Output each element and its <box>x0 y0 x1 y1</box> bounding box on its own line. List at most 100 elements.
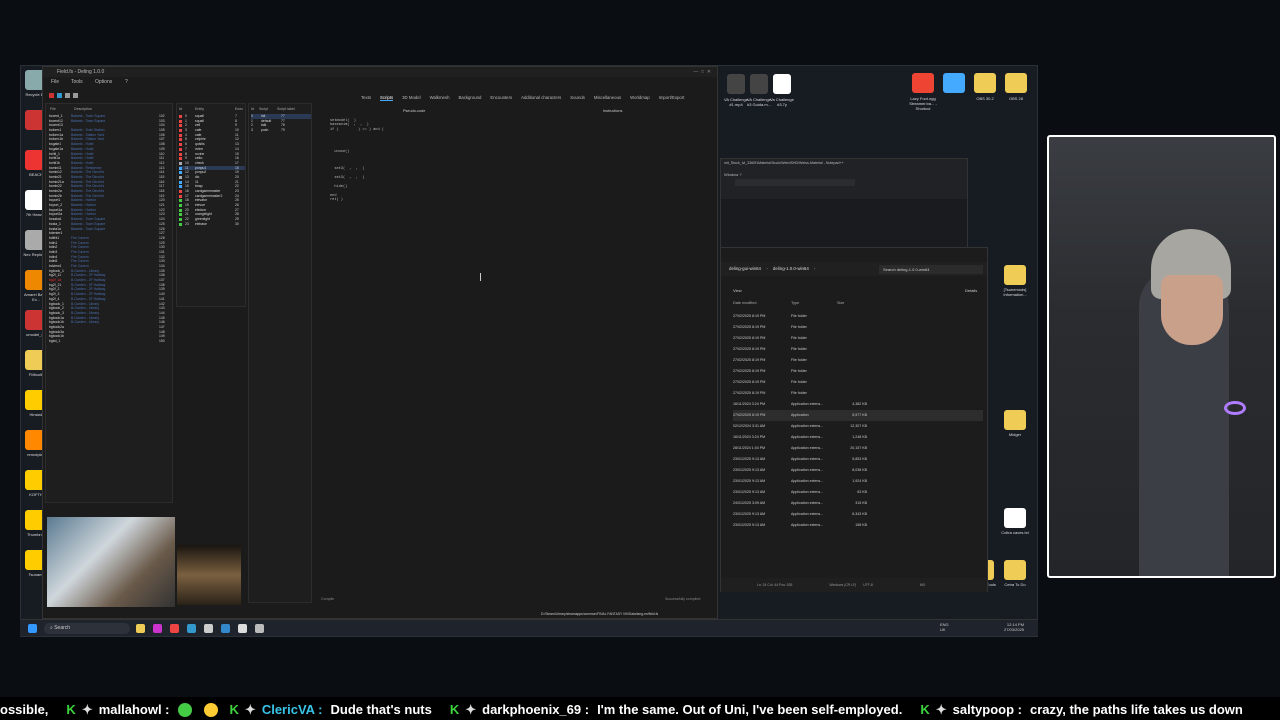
app3-icon[interactable] <box>204 624 213 633</box>
tab-3d-model[interactable]: 3D Model <box>402 95 420 101</box>
tab-import-export[interactable]: Import/Export <box>659 95 685 101</box>
tab-scripts[interactable]: Scripts <box>380 95 394 101</box>
notepad-toolbar <box>735 179 855 186</box>
pseudo-code-editor[interactable]: setmodel( ) baseanim( , , ) if ( ) == ) … <box>330 119 384 203</box>
breadcrumb-1[interactable]: deling-gui-win64 <box>729 266 761 271</box>
entity-icon <box>179 171 182 175</box>
tab-background[interactable]: Background <box>458 95 481 101</box>
file-row[interactable]: 27/02/2025 8:19 PM File folder <box>733 333 983 344</box>
file-date: 27/02/2025 8:19 PM <box>733 358 766 362</box>
notepad-text-area[interactable] <box>721 199 967 254</box>
desktop-app-icon[interactable] <box>974 73 996 93</box>
desktop-app-icon[interactable] <box>1004 560 1026 580</box>
script-list-panel: Id Script Script label 0 init 77 1 default 77… <box>248 103 312 603</box>
taskbar-search[interactable]: ⌕ Search <box>44 623 130 634</box>
file-row[interactable]: 16/11/2024 3:24 PM Application extens... 1… <box>733 432 983 443</box>
desktop-app-icon[interactable] <box>1005 73 1027 93</box>
file-row[interactable]: 28/11/2024 1:04 PM Application extens... 2… <box>733 443 983 454</box>
file-size: 63 KB <box>857 490 867 494</box>
tab-walkmesh[interactable]: Walkmesh <box>430 95 450 101</box>
file-date: 27/02/2025 8:19 PM <box>733 380 766 384</box>
tool2-icon[interactable] <box>73 93 78 98</box>
streamer-face <box>1161 275 1223 345</box>
file-row[interactable]: 23/01/2025 9:13 AM Application extens... 8… <box>733 465 983 476</box>
entity-row[interactable]: 23 elebase 30 <box>179 222 245 227</box>
tab-texts[interactable]: Texts <box>361 95 371 101</box>
tab-additional-characters[interactable]: Additional characters <box>521 95 561 101</box>
tab-miscellaneous[interactable]: Miscellaneous <box>594 95 621 101</box>
file-row[interactable]: 27/02/2025 8:19 PM File folder <box>733 388 983 399</box>
text-cursor-icon <box>480 273 483 281</box>
notepad-menu[interactable]: Window ? <box>724 172 742 177</box>
menu-options[interactable]: Options <box>95 79 112 85</box>
file-row[interactable]: 23/01/2025 9:13 AM Application extens... 1… <box>733 476 983 487</box>
field-col-desc: Description <box>74 107 92 111</box>
taskbar-search-label: Search <box>54 625 71 631</box>
tab-sounds[interactable]: Sounds <box>570 95 585 101</box>
file-explorer-window: deling-gui-win64 › deling-1.0.0-win64 › … <box>720 247 988 592</box>
app-icon[interactable] <box>153 624 162 633</box>
open-icon[interactable] <box>49 93 54 98</box>
file-explorer-icon[interactable] <box>136 624 145 633</box>
desktop-file-icon[interactable] <box>727 74 745 94</box>
explorer-search[interactable]: Search deling-1.0.0-win64 <box>879 265 983 274</box>
app2-icon[interactable] <box>187 624 196 633</box>
file-row[interactable]: 27/02/2025 8:19 PM File folder <box>733 344 983 355</box>
col-date-modified[interactable]: Date modified <box>733 301 756 305</box>
col-size[interactable]: Size <box>837 301 844 305</box>
compile-button[interactable]: Compile <box>321 597 334 601</box>
file-row[interactable]: 27/02/2025 8:19 PM File folder <box>733 366 983 377</box>
file-row[interactable]: 27/02/2025 8:19 PM Application 5,577 KB <box>733 410 983 421</box>
col-type[interactable]: Type <box>791 301 799 305</box>
desktop-app-icon[interactable] <box>943 73 965 93</box>
file-row[interactable]: 16/11/2024 3:24 PM Application extens... 4… <box>733 399 983 410</box>
file-row[interactable]: 27/02/2025 8:19 PM File folder <box>733 311 983 322</box>
desktop-app-icon[interactable] <box>1004 508 1026 528</box>
field-3d-viewport[interactable] <box>47 517 175 607</box>
desktop-file-icon[interactable] <box>750 74 768 94</box>
file-row[interactable]: 23/01/2025 9:13 AM Application extens... 6… <box>733 487 983 498</box>
file-row[interactable]: 27/02/2025 8:19 PM File folder <box>733 322 983 333</box>
notepad-icon[interactable] <box>238 624 247 633</box>
desktop-app-icon[interactable] <box>912 73 934 93</box>
file-row[interactable]: 24/01/2025 3:09 AM Application extens... 3… <box>733 498 983 509</box>
steam-icon[interactable] <box>221 624 230 633</box>
breadcrumb-2[interactable]: deling-1.0.0-win64 <box>773 266 809 271</box>
file-row[interactable]: 02/12/2024 3:31 AM Application extens... 1… <box>733 421 983 432</box>
file-date: 23/01/2025 9:13 AM <box>733 457 766 461</box>
window-controls[interactable]: — □ ✕ <box>693 67 711 77</box>
file-date: 27/02/2025 8:19 PM <box>733 369 766 373</box>
file-row[interactable]: 27/02/2025 8:19 PM File folder <box>733 377 983 388</box>
file-row[interactable]: 23/01/2025 9:13 AM Application extens... 1… <box>733 520 983 531</box>
view-button[interactable]: View <box>733 288 742 293</box>
menu-file[interactable]: File <box>51 79 59 85</box>
file-type: File folder <box>791 380 807 384</box>
file-date: 23/01/2025 9:13 AM <box>733 512 766 516</box>
entity-exec: 30 <box>235 221 239 226</box>
language-indicator[interactable]: ENG UK <box>940 622 949 632</box>
desktop-app-icon[interactable] <box>1004 410 1026 430</box>
chat-message: I'm the same. Out of Uni, I've been self… <box>597 702 903 718</box>
save-icon[interactable] <box>57 93 62 98</box>
menu-tools[interactable]: Tools <box>71 79 83 85</box>
clock[interactable]: 12:14 PM 27/03/2025 <box>1004 622 1024 632</box>
menu-help[interactable]: ? <box>125 79 128 85</box>
desktop-icon-label: Coltra caves.txt <box>1001 530 1029 535</box>
script-row[interactable]: 3 push 79 <box>251 128 311 133</box>
tab-worldmap[interactable]: Worldmap <box>630 95 650 101</box>
details-button[interactable]: Details <box>965 288 977 293</box>
file-row[interactable]: 27/02/2025 8:19 PM File folder <box>733 355 983 366</box>
file-date: 27/02/2025 8:19 PM <box>733 391 766 395</box>
settings-icon[interactable] <box>255 624 264 633</box>
start-icon[interactable] <box>28 624 37 633</box>
file-row[interactable]: 23/01/2025 9:13 AM Application extens... 6… <box>733 509 983 520</box>
chat-username: ClericVA : <box>261 702 323 718</box>
browser-icon[interactable] <box>170 624 179 633</box>
file-date: 27/02/2025 8:19 PM <box>733 347 766 351</box>
list-item[interactable]: bgbd_1 150 <box>49 339 173 344</box>
tool-icon[interactable] <box>65 93 70 98</box>
file-row[interactable]: 23/01/2025 9:13 AM Application extens... 5… <box>733 454 983 465</box>
desktop-app-icon[interactable] <box>1004 265 1026 285</box>
tab-encounters[interactable]: Encounters <box>490 95 512 101</box>
desktop-file-icon[interactable] <box>773 74 791 94</box>
